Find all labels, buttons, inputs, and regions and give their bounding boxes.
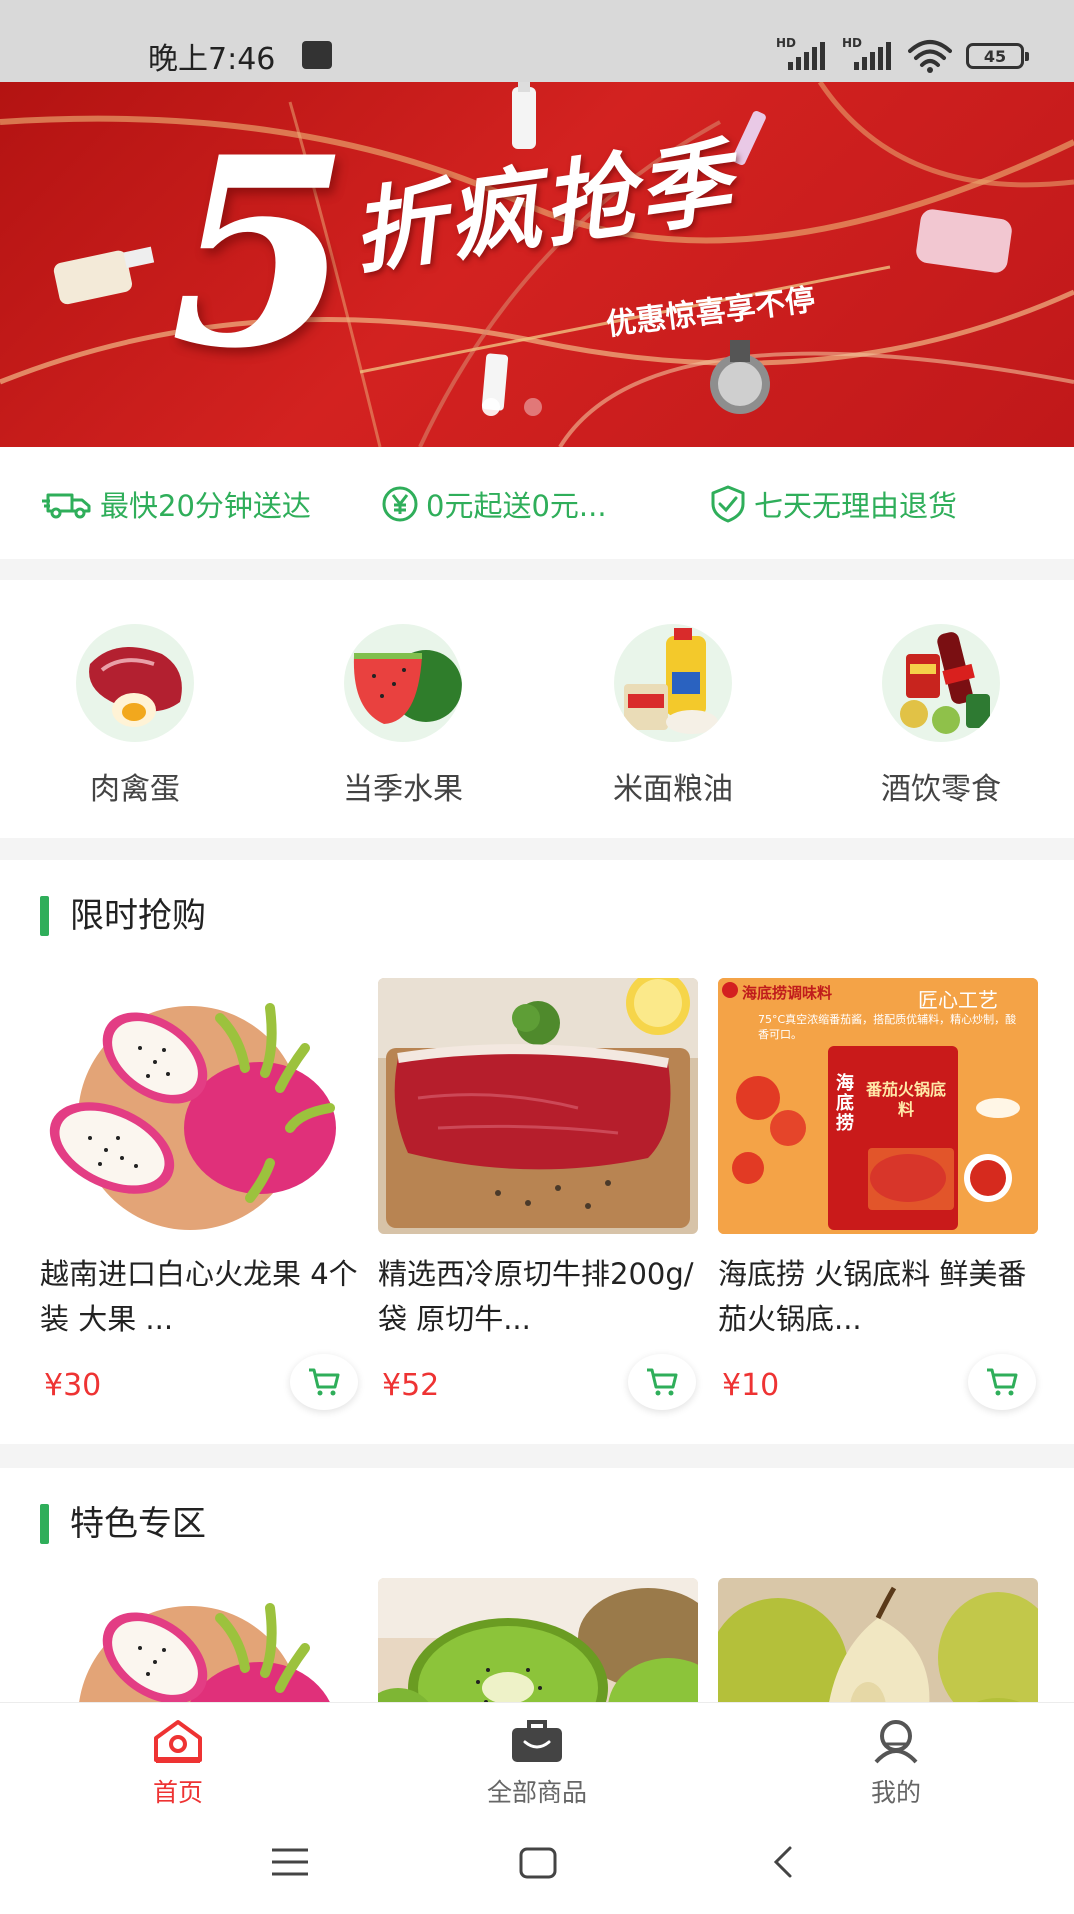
notification-icon <box>302 41 332 69</box>
category-grain-oil[interactable]: 米面粮油 <box>588 624 758 808</box>
product-card[interactable]: 精选西冷原切牛排200g/袋 原切牛... ¥52 <box>378 978 698 1412</box>
status-bar: 晚上7:46 HD HD 45 <box>0 0 1074 82</box>
tab-home[interactable]: 首页 <box>88 1717 268 1809</box>
banner-pagination[interactable] <box>482 398 542 416</box>
product-price: ¥30 <box>44 1368 102 1403</box>
category-drinks-snacks[interactable]: 酒饮零食 <box>856 624 1026 808</box>
service-free-return: 七天无理由退货 <box>708 483 957 525</box>
product-price: ¥10 <box>722 1368 780 1403</box>
home-icon <box>154 1720 202 1763</box>
wifi-icon <box>908 40 952 73</box>
product-name: 越南进口白心火龙果 4个装 大果 ... <box>40 1257 358 1336</box>
featured-section: 特色专区 <box>0 1468 1074 1702</box>
category-label: 肉禽蛋 <box>90 772 180 807</box>
sirloin-steak-image <box>378 978 698 1234</box>
product-name: 精选西冷原切牛排200g/袋 原切牛... <box>378 1257 694 1336</box>
cart-icon <box>987 1368 1018 1396</box>
service-fast-delivery: 最快20分钟送达 <box>42 483 311 525</box>
banner-dot[interactable] <box>482 398 500 416</box>
signal-icon: HD <box>776 36 828 72</box>
tab-all-products[interactable]: 全部商品 <box>447 1717 627 1809</box>
product-image-pack-title: 番茄火锅底料 <box>865 1080 946 1119</box>
service-free-shipping: 0元起送0元... <box>380 483 607 525</box>
product-image-brand: 海底捞调味料 <box>742 984 833 1002</box>
grain-oil-image <box>614 624 732 742</box>
yen-icon <box>382 486 418 522</box>
hotpot-base-image: 海底捞调味料 匠心工艺 75°C真空浓缩番茄酱，搭配质优辅料，精心炒制，酸香可口… <box>718 978 1038 1234</box>
watermelon-image <box>344 624 462 742</box>
section-title: 限时抢购 <box>40 896 206 936</box>
promo-banner[interactable]: 5 折疯抢季 优惠惊喜享不停 <box>0 82 1074 447</box>
category-grid: 肉禽蛋 当季水果 米面粮油 酒饮零食 <box>0 580 1074 838</box>
tab-label: 首页 <box>152 1778 203 1807</box>
menu-icon[interactable] <box>270 1846 310 1878</box>
product-image-desc: 75°C真空浓缩番茄酱，搭配质优辅料，精心炒制，酸香可口。 <box>758 1013 1017 1041</box>
banner-dot[interactable] <box>524 398 542 416</box>
user-icon <box>874 1720 918 1764</box>
product-card[interactable] <box>718 1578 1038 1702</box>
service-label: 最快20分钟送达 <box>100 489 311 523</box>
shield-check-icon <box>711 485 745 523</box>
cart-icon <box>309 1368 340 1396</box>
product-price: ¥52 <box>382 1368 440 1403</box>
product-card[interactable]: 越南进口白心火龙果 4个装 大果 ... ¥30 <box>40 978 360 1412</box>
meat-egg-image <box>76 624 194 742</box>
drinks-snacks-image <box>882 624 1000 742</box>
section-title: 特色专区 <box>40 1504 206 1544</box>
service-label: 七天无理由退货 <box>754 489 958 523</box>
category-label: 酒饮零食 <box>881 772 1001 807</box>
service-label: 0元起送0元... <box>426 489 607 523</box>
tab-profile[interactable]: 我的 <box>806 1717 986 1809</box>
battery-icon: 45 <box>966 43 1029 69</box>
pear-image <box>718 1578 1038 1702</box>
product-image-pack-brand: 海底捞 <box>836 1073 854 1134</box>
product-card[interactable]: 海底捞调味料 匠心工艺 75°C真空浓缩番茄酱，搭配质优辅料，精心炒制，酸香可口… <box>718 978 1038 1412</box>
back-icon[interactable] <box>770 1844 796 1880</box>
kiwi-image <box>378 1578 698 1702</box>
product-image-tag: 匠心工艺 <box>918 988 998 1012</box>
status-time: 晚上7:46 <box>148 42 276 77</box>
product-card[interactable] <box>40 1578 360 1702</box>
add-to-cart-button[interactable] <box>968 1354 1036 1410</box>
dragon-fruit-image <box>40 1578 360 1702</box>
service-strip: 最快20分钟送达 0元起送0元... 七天无理由退货 <box>0 447 1074 559</box>
add-to-cart-button[interactable] <box>290 1354 358 1410</box>
flash-sale-section: 限时抢购 越南进口白心火龙果 4个装 大果 ... ¥30 精选西冷原切牛排20… <box>0 860 1074 1444</box>
tab-label: 全部商品 <box>486 1778 587 1807</box>
add-to-cart-button[interactable] <box>628 1354 696 1410</box>
truck-icon <box>42 493 91 519</box>
signal-icon-2: HD <box>842 36 894 72</box>
home-square-icon[interactable] <box>518 1846 558 1880</box>
bag-icon <box>512 1720 562 1762</box>
product-name: 海底捞 火锅底料 鲜美番茄火锅底... <box>718 1257 1027 1336</box>
cart-icon <box>647 1368 678 1396</box>
category-meat-egg[interactable]: 肉禽蛋 <box>50 624 220 808</box>
category-label: 当季水果 <box>343 772 463 807</box>
product-card[interactable] <box>378 1578 698 1702</box>
tab-label: 我的 <box>870 1778 921 1807</box>
bottom-tab-bar: 首页 全部商品 我的 <box>0 1702 1074 1812</box>
dragon-fruit-image <box>40 978 360 1234</box>
system-nav-bar <box>0 1812 1074 1914</box>
category-label: 米面粮油 <box>613 772 733 807</box>
banner-big-letter: 5 <box>170 101 351 406</box>
category-fruit[interactable]: 当季水果 <box>318 624 488 808</box>
